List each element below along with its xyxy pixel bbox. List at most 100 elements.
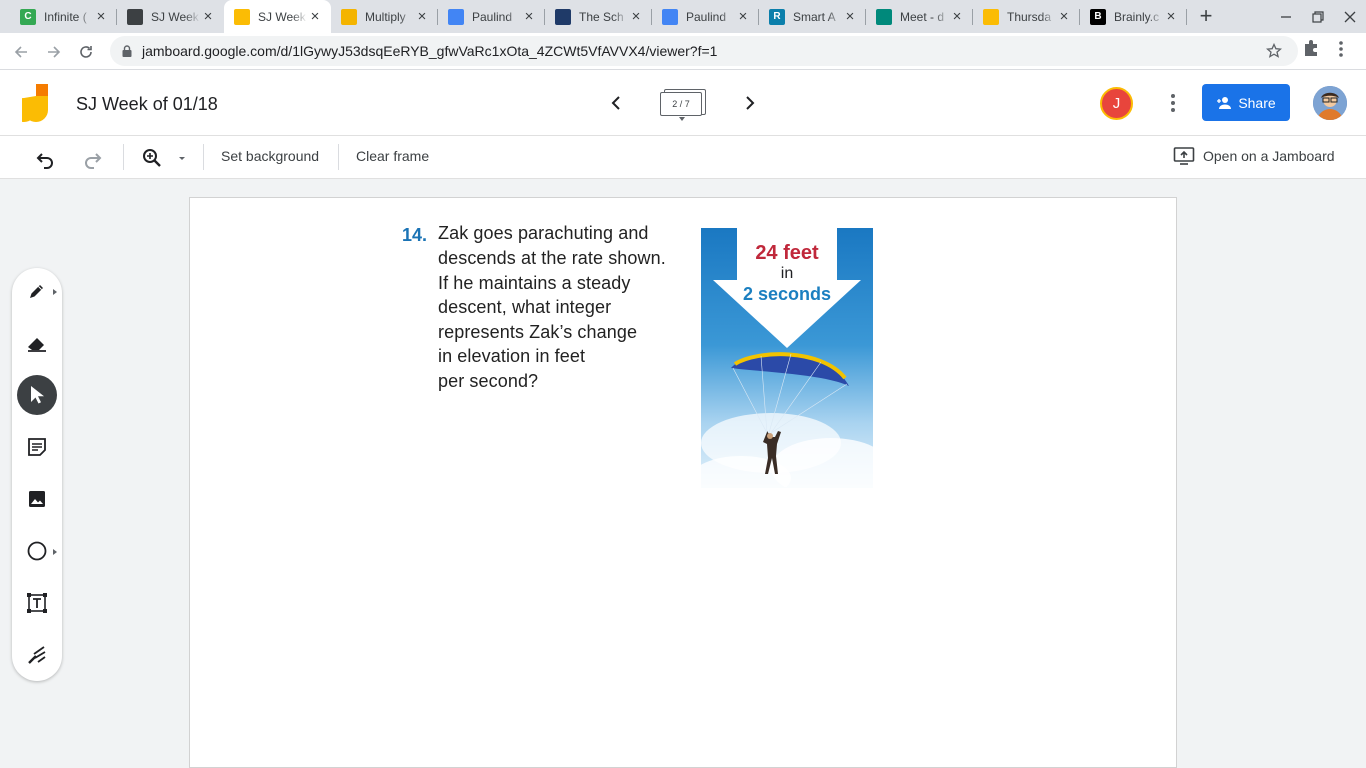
toolbar-divider: [203, 144, 204, 170]
tab-title: Thursda: [1007, 9, 1052, 24]
back-button[interactable]: [8, 39, 34, 65]
tab-title: Brainly.c: [1114, 9, 1160, 24]
browser-tab[interactable]: C Infinite (×: [10, 0, 117, 33]
restore-icon: [1312, 10, 1324, 23]
close-tab-icon[interactable]: ×: [521, 8, 537, 25]
minimize-button[interactable]: [1270, 0, 1302, 33]
close-tab-icon[interactable]: ×: [1163, 8, 1179, 25]
eraser-tool[interactable]: [17, 323, 57, 363]
reload-icon: [80, 46, 92, 58]
share-label: Share: [1238, 94, 1276, 111]
tab-title: Meet - d: [900, 9, 945, 24]
close-tab-icon[interactable]: ×: [200, 8, 216, 25]
collaborator-avatar[interactable]: J: [1100, 87, 1133, 120]
tab-strip: C Infinite (× SJ Week × SJ Week × Multiply × Pau…: [0, 0, 1366, 33]
redo-icon[interactable]: [81, 146, 105, 170]
text-box-tool[interactable]: [17, 583, 57, 623]
close-tab-icon[interactable]: ×: [628, 8, 644, 25]
slides-icon: [341, 8, 357, 25]
open-on-jamboard-label: Open on a Jamboard: [1203, 148, 1335, 164]
laser-pointer-icon: [28, 646, 46, 664]
frame-bar-toggle[interactable]: 2 / 7: [660, 89, 706, 125]
address-bar: jamboard.google.com/d/1lGywyJ53dsqEeRYB_…: [0, 33, 1366, 70]
tab-title: Paulind: [472, 9, 513, 24]
cast-to-device-icon: [1173, 147, 1195, 165]
profile-picture-icon: [1313, 86, 1347, 120]
more-options-icon[interactable]: [1164, 92, 1182, 114]
browser-tab[interactable]: Paulind ×: [652, 0, 759, 33]
tab-title: Smart A: [793, 9, 836, 24]
jamboard-logo-icon[interactable]: [22, 84, 50, 122]
close-tab-icon[interactable]: ×: [414, 8, 430, 25]
circle-icon: [27, 541, 47, 561]
tab-title: SJ Week: [151, 9, 199, 24]
edit-toolbar: Set background Clear frame Open on a Jam…: [0, 136, 1366, 179]
previous-frame-button[interactable]: [604, 91, 628, 115]
problem-line: descends at the rate shown.: [438, 248, 666, 268]
account-avatar[interactable]: [1313, 86, 1347, 120]
restore-button[interactable]: [1302, 0, 1334, 33]
close-tab-icon[interactable]: ×: [1056, 8, 1072, 25]
browser-tab[interactable]: Thursda ×: [973, 0, 1080, 33]
browser-tab[interactable]: SJ Week ×: [117, 0, 224, 33]
lock-icon: [122, 45, 132, 57]
new-tab-button[interactable]: +: [1193, 4, 1219, 30]
close-icon: [1344, 11, 1356, 22]
parachute-image[interactable]: 24 feet in 2 seconds: [701, 228, 873, 488]
jam-title[interactable]: SJ Week of 01/18: [76, 94, 218, 115]
shape-tool[interactable]: [17, 531, 57, 571]
browser-tab[interactable]: SJ Week ×: [224, 0, 331, 33]
select-tool[interactable]: [17, 375, 57, 415]
forward-button[interactable]: [41, 39, 67, 65]
submenu-caret-icon: [53, 549, 57, 555]
add-image-tool[interactable]: [17, 479, 57, 519]
sticky-note-tool[interactable]: [17, 427, 57, 467]
close-tab-icon[interactable]: ×: [735, 8, 751, 25]
puzzle-icon[interactable]: [1302, 38, 1322, 58]
close-tab-icon[interactable]: ×: [307, 8, 323, 25]
problem-line: Zak goes parachuting and: [438, 223, 649, 243]
r-icon: R: [769, 8, 785, 25]
problem-line: descent, what integer: [438, 297, 612, 317]
open-on-jamboard-button[interactable]: Open on a Jamboard: [1173, 146, 1335, 166]
jam-frame[interactable]: [189, 197, 1177, 768]
close-tab-icon[interactable]: ×: [842, 8, 858, 25]
cursor-arrow-icon: [31, 386, 44, 404]
close-tab-icon[interactable]: ×: [93, 8, 109, 25]
meet-icon: [876, 8, 892, 25]
browser-tab[interactable]: Paulind ×: [438, 0, 545, 33]
close-window-button[interactable]: [1334, 0, 1366, 33]
pen-tool[interactable]: [17, 271, 57, 311]
browser-tab[interactable]: Meet - d ×: [866, 0, 973, 33]
zoom-dropdown-icon[interactable]: [176, 146, 188, 170]
chrome-menu-icon[interactable]: [1338, 40, 1344, 58]
laser-tool[interactable]: [17, 635, 57, 675]
tab-title: Paulind: [686, 9, 727, 24]
minimize-icon: [1281, 15, 1291, 18]
c-green-icon: C: [20, 8, 36, 25]
tab-title: Multiply: [365, 9, 406, 24]
tab-title: The Sch: [579, 9, 624, 24]
toolbar-divider: [123, 144, 124, 170]
browser-tab[interactable]: The Sch ×: [545, 0, 652, 33]
pen-icon: [30, 285, 43, 298]
url-text: jamboard.google.com/d/1lGywyJ53dsqEeRYB_…: [142, 43, 718, 59]
arrow-right-icon: [48, 46, 61, 58]
docs-icon: [448, 8, 464, 25]
share-button[interactable]: Share: [1202, 84, 1290, 121]
clear-frame-button[interactable]: Clear frame: [356, 148, 429, 164]
browser-tab[interactable]: B Brainly.c ×: [1080, 0, 1187, 33]
undo-icon[interactable]: [33, 146, 57, 170]
zoom-icon[interactable]: [140, 146, 164, 170]
image-icon: [29, 491, 45, 507]
next-frame-button[interactable]: [738, 91, 762, 115]
submenu-caret-icon: [53, 289, 57, 295]
url-field[interactable]: jamboard.google.com/d/1lGywyJ53dsqEeRYB_…: [110, 36, 1298, 66]
close-tab-icon[interactable]: ×: [949, 8, 965, 25]
reload-button[interactable]: [73, 39, 99, 65]
star-icon[interactable]: [1266, 43, 1282, 59]
set-background-button[interactable]: Set background: [221, 148, 319, 164]
browser-tab[interactable]: R Smart A ×: [759, 0, 866, 33]
browser-tab[interactable]: Multiply ×: [331, 0, 438, 33]
distance-label: 24 feet: [755, 242, 819, 264]
